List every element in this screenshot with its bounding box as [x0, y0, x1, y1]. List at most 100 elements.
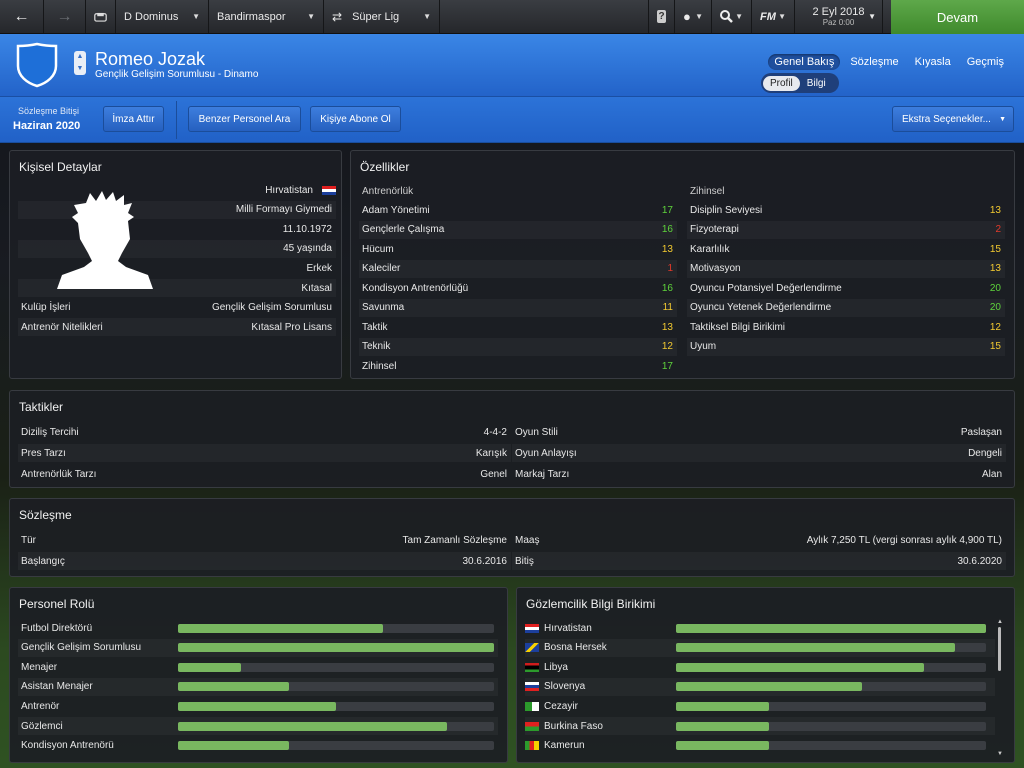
detail-row: 11.10.1972 — [18, 220, 336, 238]
forward-button[interactable]: → — [44, 0, 86, 33]
competition-name: Süper Lig — [352, 10, 400, 23]
row-label: Fizyoterapi — [690, 224, 739, 235]
croatia-flag-icon — [525, 623, 539, 633]
chevron-up-icon[interactable]: ▲ — [74, 51, 86, 63]
back-arrow-icon: ← — [13, 7, 30, 25]
forward-arrow-icon: → — [56, 7, 73, 25]
libya-flag-icon — [525, 662, 539, 672]
chevron-down-icon[interactable]: ▼ — [74, 63, 86, 75]
staff-header: ▲ ▼ Romeo Jozak Gençlik Gelişim Sorumlus… — [0, 34, 1024, 97]
current-time: Paz 0:00 — [822, 18, 855, 27]
detail-row: Kondisyon Antrenörlüğü 16 — [359, 279, 677, 297]
sign-contract-button[interactable]: İmza Attır — [103, 106, 164, 132]
similar-staff-button[interactable]: Benzer Personel Ara — [188, 106, 301, 132]
subtab-info[interactable]: Bilgi — [800, 76, 833, 91]
row-label: Diziliş Tercihi — [21, 426, 79, 438]
detail-row: Antrenörlük Tarzı Genel — [18, 465, 511, 483]
personal-details-panel: Kişisel Detaylar Hırvatistan Milli Formay… — [9, 150, 342, 379]
row-value: Erkek — [306, 262, 332, 274]
club-menu[interactable]: Bandirmaspor ▼ — [209, 0, 324, 33]
role-row: Menajer — [18, 658, 498, 676]
role-row: Futbol Direktörü — [18, 619, 498, 637]
date-display[interactable]: 2 Eyl 2018 Paz 0:00 ▼ — [795, 0, 883, 33]
tab-contract[interactable]: Sözleşme — [844, 54, 904, 70]
chevron-down-icon: ▼ — [778, 12, 786, 21]
row-value: 11.10.1972 — [282, 223, 332, 235]
row-label: Başlangıç — [21, 555, 65, 567]
role-label: Futbol Direktörü — [21, 622, 93, 634]
row-value: 13 — [661, 321, 673, 333]
fm-menu[interactable]: FM ▼ — [752, 0, 795, 33]
knowledge-level-fill — [676, 741, 769, 751]
scrollbar-thumb[interactable] — [998, 627, 1001, 671]
help-icon: ? — [657, 10, 666, 23]
row-value: Tam Zamanlı Sözleşme — [402, 534, 507, 546]
subscribe-button[interactable]: Kişiye Abone Ol — [310, 106, 401, 132]
detail-row: Antrenör Nitelikleri Kıtasal Pro Lisans — [18, 318, 336, 337]
role-label: Gözlemci — [21, 720, 63, 732]
row-value: 4-4-2 — [483, 426, 507, 438]
row-label: Disiplin Seviyesi — [690, 204, 763, 216]
row-label: Tür — [21, 534, 36, 546]
role-level-bar — [178, 701, 494, 711]
world-button[interactable]: ● ▼ — [675, 0, 712, 33]
knowledge-row: Bosna Hersek — [525, 638, 995, 657]
search-button[interactable]: ▼ — [712, 0, 752, 33]
tab-history[interactable]: Geçmiş — [961, 54, 1010, 70]
detail-row: Taktik 13 — [359, 318, 677, 336]
back-button[interactable]: ← — [0, 0, 44, 33]
tab-overview[interactable]: Genel Bakış — [768, 54, 841, 70]
row-label: Markaj Tarzı — [515, 468, 570, 480]
person-stepper[interactable]: ▲ ▼ — [74, 51, 86, 75]
role-level-bar — [178, 662, 494, 672]
manager-menu[interactable]: D Dominus ▼ — [116, 0, 209, 33]
detail-row: Fizyoterapi 2 — [687, 220, 1005, 239]
role-level-bar — [178, 741, 494, 751]
row-label: Kulüp İşleri — [21, 302, 71, 314]
row-value: 30.6.2020 — [957, 555, 1003, 567]
detail-row: Uyum 15 — [687, 337, 1005, 356]
knowledge-row: Hırvatistan — [525, 619, 995, 637]
inbox-button[interactable] — [86, 0, 116, 33]
knowledge-row: Libya — [525, 658, 995, 676]
row-value: 16 — [661, 282, 673, 294]
detail-row: Hücum 13 — [359, 240, 677, 258]
detail-row: Taktiksel Bilgi Birikimi 12 — [687, 318, 1005, 336]
help-button[interactable]: ? — [648, 0, 675, 33]
panel-title: Personel Rolü — [19, 597, 95, 611]
detail-row: Tür Tam Zamanlı Sözleşme — [18, 531, 511, 549]
knowledge-level-fill — [676, 623, 986, 633]
panel-title: Sözleşme — [19, 508, 72, 522]
competition-menu[interactable]: ⇄ Süper Lig ▼ — [324, 0, 440, 33]
extra-options-button[interactable]: Ekstra Seçenekler... ▼ — [892, 106, 1014, 132]
contract-panel: Sözleşme Tür Tam Zamanlı Sözleşme Başlangı… — [9, 498, 1015, 577]
knowledge-level-bar — [676, 741, 986, 751]
knowledge-row: Cezayir — [525, 697, 995, 715]
detail-row: Kıtasal — [18, 279, 336, 297]
chevron-down-icon: ▼ — [999, 115, 1006, 123]
knowledge-level-bar — [676, 721, 986, 731]
row-label: Hücum — [362, 243, 394, 255]
row-value: Kıtasal Pro Lisans — [251, 321, 332, 333]
row-value: 13 — [989, 263, 1001, 274]
row-value: Genel — [480, 468, 507, 480]
detail-row: Oyun Anlayışı Dengeli — [512, 444, 1006, 462]
row-label: Gençlerle Çalışma — [362, 224, 445, 235]
croatia-flag-icon — [322, 185, 336, 195]
detail-row: Oyuncu Potansiyel Değerlendirme 20 — [687, 279, 1005, 297]
panel-title: Gözlemcilik Bilgi Birikimi — [526, 597, 656, 611]
tab-compare[interactable]: Kıyasla — [909, 54, 957, 70]
chevron-down-icon: ▼ — [695, 12, 703, 21]
subtab-profile[interactable]: Profil — [763, 75, 800, 91]
scrollbar[interactable]: ▲ ▼ — [997, 619, 1003, 757]
scroll-down-icon[interactable]: ▼ — [997, 751, 1003, 757]
detail-row: Adam Yönetimi 17 — [359, 201, 677, 219]
detail-row: Disiplin Seviyesi 13 — [687, 201, 1005, 219]
role-label: Menajer — [21, 661, 58, 673]
detail-row: Diziliş Tercihi 4-4-2 — [18, 423, 511, 441]
role-level-bar — [178, 721, 494, 731]
row-label: Zihinsel — [362, 360, 397, 372]
scroll-up-icon[interactable]: ▲ — [997, 619, 1003, 625]
continue-button[interactable]: Devam — [891, 0, 1024, 34]
